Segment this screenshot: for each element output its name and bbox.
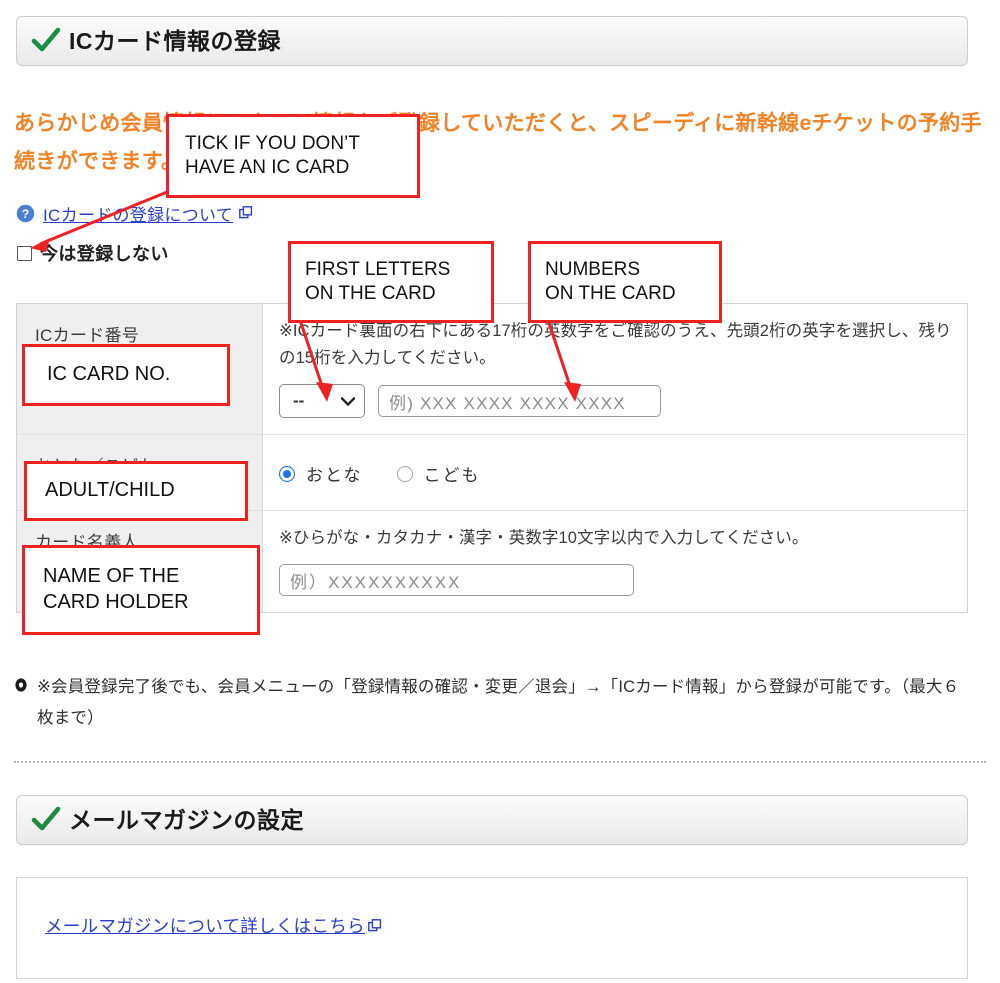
annotation-numbers-line1: NUMBERS: [545, 258, 641, 280]
annotation-iccardno-line1: IC CARD NO.: [47, 363, 171, 386]
annotation-adultchild-line1: ADULT/CHILD: [45, 479, 175, 502]
annotation-numbers: NUMBERS ON THE CARD: [528, 241, 722, 323]
annotation-tick-line1: TICK IF YOU DON’T: [185, 132, 360, 154]
annotation-first-letters: FIRST LETTERS ON THE CARD: [288, 241, 494, 323]
annotation-card-holder: NAME OF THE CARD HOLDER: [22, 545, 260, 635]
annotation-tick-line2: HAVE AN IC CARD: [185, 157, 350, 178]
annotation-adult-child: ADULT/CHILD: [24, 461, 248, 521]
annotation-ic-card-no: IC CARD NO.: [22, 344, 230, 406]
annotation-first-line2: ON THE CARD: [305, 283, 436, 304]
annotation-numbers-line2: ON THE CARD: [545, 283, 676, 304]
annotation-tick-if-no-card: TICK IF YOU DON’T HAVE AN IC CARD: [166, 114, 420, 198]
annotation-first-line1: FIRST LETTERS: [305, 258, 451, 280]
annotation-holder-line2: CARD HOLDER: [43, 591, 189, 613]
annotation-holder-line1: NAME OF THE: [43, 565, 180, 588]
